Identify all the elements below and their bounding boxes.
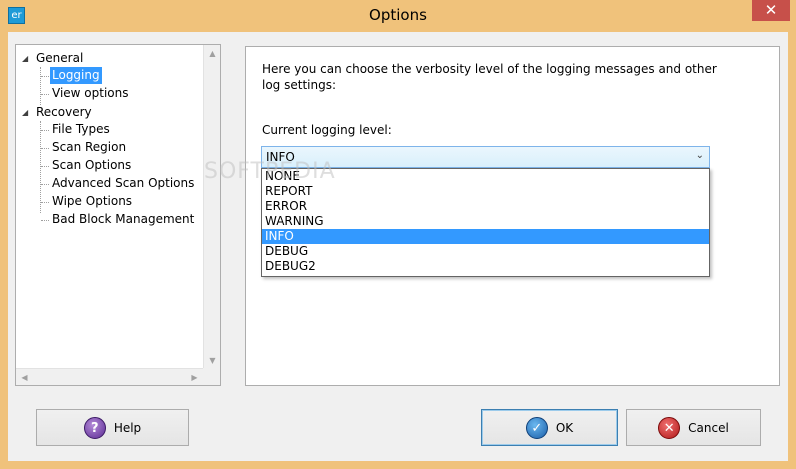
cancel-icon: ✕: [658, 416, 681, 439]
tree-line: [41, 220, 49, 221]
options-tree[interactable]: ◢ General Logging View options ◢ Recover…: [15, 44, 221, 386]
logging-level-label: Current logging level:: [262, 123, 392, 137]
tree-line: [41, 148, 49, 149]
tree-item-scan-region[interactable]: Scan Region: [52, 139, 126, 156]
level-option-report[interactable]: REPORT: [262, 184, 709, 199]
logging-level-select[interactable]: INFO ⌄: [261, 146, 710, 168]
tree-item-advanced-scan-options[interactable]: Advanced Scan Options: [52, 175, 194, 192]
chevron-down-icon[interactable]: ⌄: [696, 150, 704, 161]
tree-horizontal-scrollbar[interactable]: ◀ ▶: [16, 368, 220, 385]
help-icon: ?: [83, 416, 106, 439]
title-bar[interactable]: er Options ✕: [0, 0, 796, 32]
tree-item-scan-options[interactable]: Scan Options: [52, 157, 131, 174]
tree-item-bad-block-management[interactable]: Bad Block Management: [52, 211, 194, 228]
checkmark-icon: ✓: [525, 416, 548, 439]
level-option-debug[interactable]: DEBUG: [262, 244, 709, 259]
cancel-button-label: Cancel: [688, 420, 729, 435]
tree-item-recovery[interactable]: Recovery: [36, 104, 92, 121]
close-button[interactable]: ✕: [752, 0, 790, 21]
ok-button-label: OK: [555, 420, 574, 435]
tree-line: [41, 76, 49, 77]
tree-line: [40, 67, 41, 105]
window-title: Options: [369, 6, 427, 24]
panel-description: Here you can choose the verbosity level …: [262, 62, 717, 92]
scroll-down-icon[interactable]: ▼: [204, 352, 221, 369]
tree-line: [41, 166, 49, 167]
tree-item-wipe-options[interactable]: Wipe Options: [52, 193, 132, 210]
level-option-error[interactable]: ERROR: [262, 199, 709, 214]
tree-line: [41, 202, 49, 203]
tree-item-logging[interactable]: Logging: [50, 67, 102, 84]
tree-item-view-options[interactable]: View options: [52, 85, 129, 102]
tree-line: [40, 121, 41, 213]
level-option-warning[interactable]: WARNING: [262, 214, 709, 229]
level-option-none[interactable]: NONE: [262, 169, 709, 184]
tree-item-file-types[interactable]: File Types: [52, 121, 110, 138]
cancel-button[interactable]: ✕ Cancel: [626, 409, 761, 446]
options-window: er Options ✕ ◢ General Logging View opti…: [0, 0, 796, 469]
level-option-debug2[interactable]: DEBUG2: [262, 259, 709, 274]
help-button-label: Help: [113, 420, 142, 435]
logging-level-dropdown[interactable]: NONE REPORT ERROR WARNING INFO DEBUG DEB…: [261, 168, 710, 277]
tree-vertical-scrollbar[interactable]: ▲ ▼: [203, 45, 220, 369]
tree-line: [41, 130, 49, 131]
ok-button[interactable]: ✓ OK: [481, 409, 618, 446]
scroll-corner: [203, 368, 220, 385]
scroll-up-icon[interactable]: ▲: [204, 45, 221, 62]
expand-toggle-icon[interactable]: ◢: [22, 54, 32, 64]
expand-toggle-icon[interactable]: ◢: [22, 108, 32, 118]
scroll-right-icon[interactable]: ▶: [186, 369, 203, 386]
level-option-info[interactable]: INFO: [262, 229, 709, 244]
client-area: ◢ General Logging View options ◢ Recover…: [8, 32, 788, 461]
logging-settings-panel: Here you can choose the verbosity level …: [245, 46, 780, 386]
tree-line: [41, 184, 49, 185]
tree-line: [41, 94, 49, 95]
logging-level-value: INFO: [266, 150, 295, 164]
help-button[interactable]: ? Help: [36, 409, 189, 446]
tree-item-general[interactable]: General: [36, 50, 83, 67]
scroll-left-icon[interactable]: ◀: [16, 369, 33, 386]
